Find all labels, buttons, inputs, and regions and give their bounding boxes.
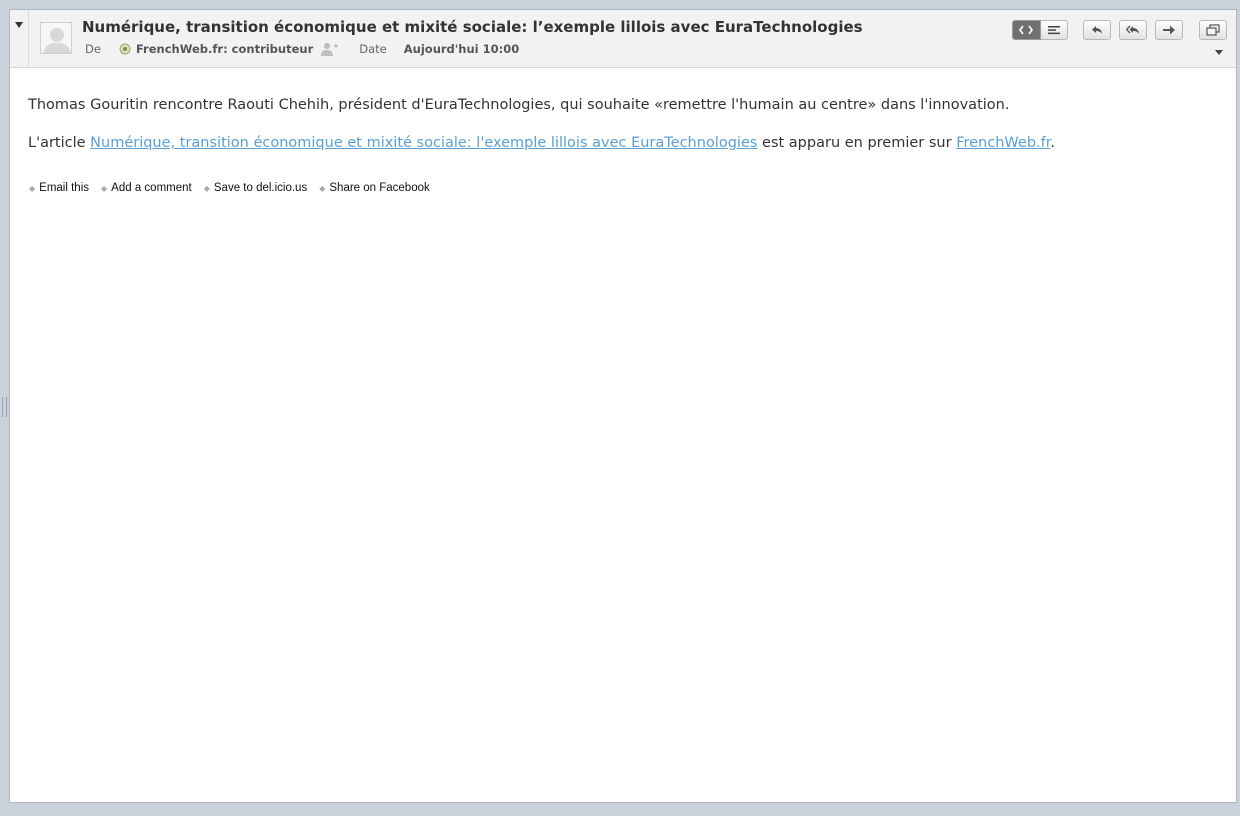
- add-comment-link[interactable]: ◆ Add a comment: [101, 182, 192, 194]
- bullet-icon: ◆: [101, 183, 108, 193]
- date-value: Aujourd'hui 10:00: [403, 42, 520, 56]
- reply-icon: [1092, 26, 1102, 34]
- collapse-header-button[interactable]: [10, 10, 29, 67]
- message-meta: De FrenchWeb.fr: contributeur Date Aujou…: [85, 42, 519, 56]
- add-contact-icon[interactable]: [321, 42, 339, 56]
- message-pane: Numérique, transition économique et mixi…: [9, 9, 1237, 803]
- date-label: Date: [359, 42, 387, 56]
- view-mode-toggle: [1012, 20, 1068, 40]
- person-icon: [43, 28, 71, 53]
- message-body: Thomas Gouritin rencontre Raouti Chehih,…: [28, 94, 1216, 170]
- open-window-button[interactable]: [1199, 20, 1227, 40]
- p2-middle: est apparu en premier sur: [757, 135, 957, 151]
- bullet-icon: ◆: [29, 183, 36, 193]
- forward-button[interactable]: [1155, 20, 1183, 40]
- feed-icon: [119, 43, 131, 55]
- save-delicious-link[interactable]: ◆ Save to del.icio.us: [204, 182, 308, 194]
- share-facebook-link[interactable]: ◆ Share on Facebook: [319, 182, 430, 194]
- share-email-label: Email this: [39, 182, 90, 194]
- reply-button[interactable]: [1083, 20, 1111, 40]
- body-paragraph-2: L'article Numérique, transition économiq…: [28, 132, 1216, 154]
- new-window-icon: [1206, 24, 1220, 36]
- avatar: [40, 22, 72, 54]
- add-comment-label: Add a comment: [111, 182, 192, 194]
- view-html-button[interactable]: [1012, 20, 1041, 40]
- reply-all-icon: [1126, 25, 1139, 34]
- sender-name[interactable]: FrenchWeb.fr: contributeur: [136, 42, 313, 56]
- p2-suffix: .: [1050, 135, 1055, 151]
- bullet-icon: ◆: [319, 183, 326, 193]
- view-plain-button[interactable]: [1040, 20, 1068, 40]
- pane-splitter-handle[interactable]: [2, 397, 7, 417]
- code-icon: [1019, 25, 1034, 35]
- text-lines-icon: [1047, 26, 1060, 35]
- message-subject: Numérique, transition économique et mixi…: [82, 18, 863, 36]
- message-header: Numérique, transition économique et mixi…: [10, 10, 1236, 68]
- reply-all-button[interactable]: [1119, 20, 1147, 40]
- body-paragraph-1: Thomas Gouritin rencontre Raouti Chehih,…: [28, 97, 1010, 113]
- share-email-link[interactable]: ◆ Email this: [29, 182, 89, 194]
- bullet-icon: ◆: [203, 183, 210, 193]
- more-options-chevron-icon[interactable]: [1215, 50, 1223, 55]
- triangle-down-icon: [15, 22, 23, 28]
- arrow-right-icon: [1163, 25, 1175, 35]
- site-link[interactable]: FrenchWeb.fr: [956, 135, 1050, 151]
- p2-prefix: L'article: [28, 135, 91, 151]
- share-facebook-label: Share on Facebook: [329, 182, 430, 194]
- article-link[interactable]: Numérique, transition économique et mixi…: [90, 135, 757, 151]
- from-label: De: [85, 42, 101, 56]
- share-links: ◆ Email this ◆ Add a comment ◆ Save to d…: [29, 182, 442, 194]
- save-delicious-label: Save to del.icio.us: [213, 182, 308, 194]
